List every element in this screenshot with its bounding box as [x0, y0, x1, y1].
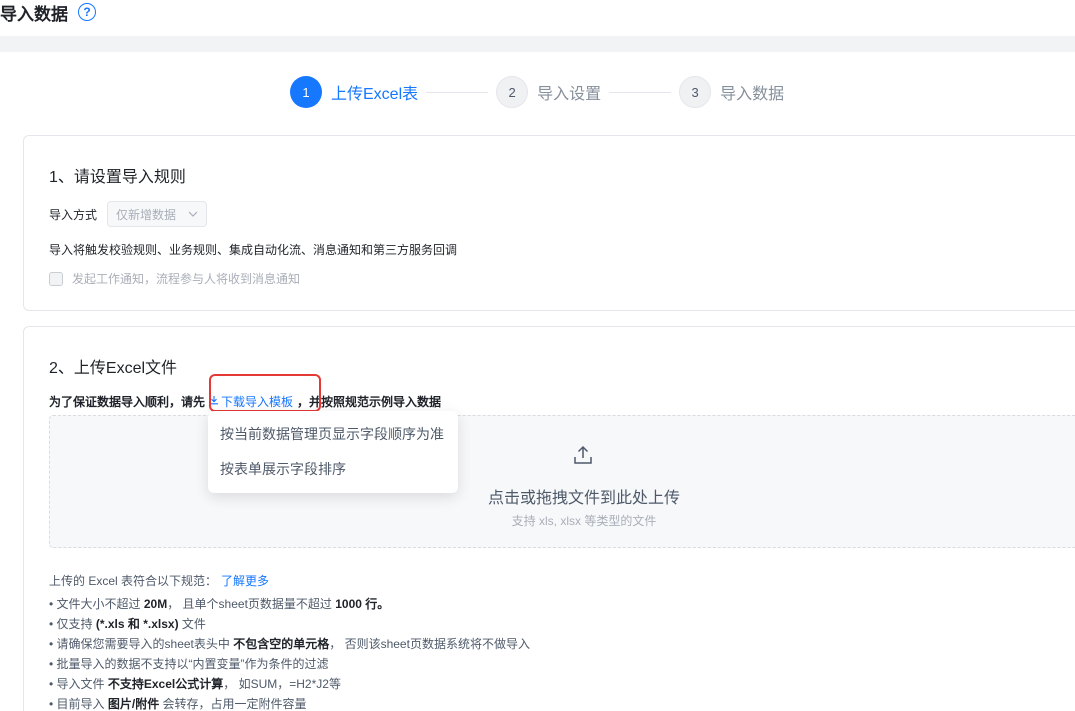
upload-main-text: 点击或拖拽文件到此处上传: [487, 490, 680, 507]
upload-icon: [572, 444, 594, 466]
page-header: 导入数据 ?: [0, 0, 96, 24]
rule-text: 会转存，占用一定附件容量: [159, 697, 307, 711]
step-3-number: 3: [679, 76, 712, 108]
import-content: 1 上传Excel表 2 导入设置 3 导入数据 1、请设置导入规则 导入方式 …: [0, 52, 1075, 711]
rule-text: ， 且单个sheet页数据量不超过: [167, 597, 336, 611]
step-import: 3 导入数据: [679, 76, 784, 108]
rule-emphasis: (*.xls 和 *.xlsx): [95, 617, 179, 631]
rule-text: • 批量导入的数据不支持以“内置变量”作为条件的过滤: [49, 657, 329, 671]
step-1-label: 上传Excel表: [331, 86, 419, 103]
help-icon[interactable]: ?: [78, 3, 96, 21]
rule-item: • 导入文件 不支持Excel公式计算， 如SUM，=H2*J2等: [49, 674, 530, 694]
rule-text: • 导入文件: [49, 677, 108, 691]
upload-rules: 上传的 Excel 表符合以下规范： 了解更多 • 文件大小不超过 20M， 且单…: [49, 571, 530, 711]
trigger-note: 导入将触发校验规则、业务规则、集成自动化流、消息通知和第三方服务回调: [49, 243, 458, 257]
steps-indicator: 1 上传Excel表 2 导入设置 3 导入数据: [290, 76, 784, 108]
rules-intro: 上传的 Excel 表符合以下规范：: [49, 574, 218, 588]
upload-sub-text: 支持 xls, xlsx 等类型的文件: [511, 514, 657, 528]
step-connector: [609, 91, 672, 93]
import-rules-title: 1、请设置导入规则: [49, 169, 186, 186]
upload-dropzone[interactable]: 点击或拖拽文件到此处上传 支持 xls, xlsx 等类型的文件: [49, 415, 1075, 548]
rule-text: 文件: [178, 617, 206, 631]
rule-text: • 请确保您需要导入的sheet表头中: [49, 637, 234, 651]
rule-text: ， 如SUM，=H2*J2等: [223, 677, 341, 691]
rule-item: • 文件大小不超过 20M， 且单个sheet页数据量不超过 1000 行。: [49, 594, 530, 614]
chevron-down-icon: [188, 209, 198, 220]
step-1-number: 1: [290, 76, 322, 108]
highlight-annotation: [209, 374, 321, 412]
step-upload: 1 上传Excel表: [290, 76, 418, 108]
rule-item: • 目前导入 图片/附件 会转存，占用一定附件容量: [49, 694, 530, 711]
rule-text: • 仅支持: [49, 617, 96, 631]
rule-emphasis: 20M: [143, 597, 168, 611]
rule-emphasis: 1000 行。: [335, 597, 390, 611]
step-connector: [426, 91, 489, 93]
notify-checkbox[interactable]: [49, 271, 63, 286]
upload-title: 2、上传Excel文件: [49, 360, 178, 377]
import-mode-select[interactable]: 仅新增数据: [107, 201, 208, 227]
notify-checkbox-label: 发起工作通知，流程参与人将收到消息通知: [72, 272, 301, 286]
step-settings: 2 导入设置: [496, 76, 601, 108]
rule-item: • 请确保您需要导入的sheet表头中 不包含空的单元格， 否则该sheet页数…: [49, 634, 530, 654]
rule-emphasis: 不支持Excel公式计算: [107, 677, 224, 691]
notify-option: 发起工作通知，流程参与人将收到消息通知: [49, 270, 300, 287]
step-3-label: 导入数据: [720, 86, 785, 103]
import-mode-row: 导入方式 仅新增数据: [49, 201, 208, 227]
rules-intro-line: 上传的 Excel 表符合以下规范： 了解更多: [49, 571, 530, 591]
template-order-menu: 按当前数据管理页显示字段顺序为准 按表单展示字段排序: [208, 411, 458, 493]
header-divider-band: [0, 36, 1075, 52]
menu-item-form-order[interactable]: 按表单展示字段排序: [208, 452, 458, 487]
tip-prefix: 为了保证数据导入顺利，请先: [49, 395, 206, 409]
rule-text: • 文件大小不超过: [49, 597, 144, 611]
rule-text: ， 否则该sheet页数据系统将不做导入: [329, 637, 530, 651]
menu-item-current-order[interactable]: 按当前数据管理页显示字段顺序为准: [208, 417, 458, 452]
upload-card: 2、上传Excel文件 为了保证数据导入顺利，请先 下载导入模板 ，并按照规范示…: [23, 326, 1075, 711]
import-rules-card: 1、请设置导入规则 导入方式 仅新增数据 导入将触发校验规则、业务规则、集成自动…: [23, 135, 1075, 311]
step-2-label: 导入设置: [537, 86, 602, 103]
import-mode-value: 仅新增数据: [116, 207, 177, 222]
import-mode-label: 导入方式: [49, 207, 98, 222]
step-2-number: 2: [496, 76, 529, 108]
page-title: 导入数据: [0, 4, 68, 24]
rule-emphasis: 不包含空的单元格: [233, 637, 330, 651]
rule-emphasis: 图片/附件: [107, 697, 160, 711]
rule-text: • 目前导入: [49, 697, 108, 711]
rule-item: • 批量导入的数据不支持以“内置变量”作为条件的过滤: [49, 654, 530, 674]
rule-item: • 仅支持 (*.xls 和 *.xlsx) 文件: [49, 614, 530, 634]
learn-more-link[interactable]: 了解更多: [221, 574, 269, 588]
